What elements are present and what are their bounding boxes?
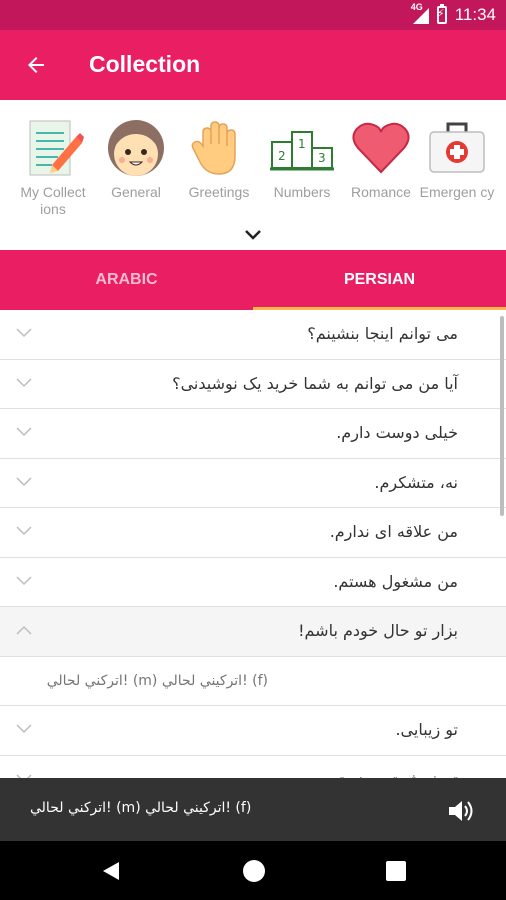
phrase-list: می توانم اینجا بنشینم؟ آیا من می توانم ب… xyxy=(0,310,506,778)
list-item[interactable]: من علاقه ای ندارم. xyxy=(0,508,506,558)
network-type: 4G xyxy=(410,2,423,12)
svg-text:2: 2 xyxy=(278,149,286,163)
phrase-text: می توانم اینجا بنشینم؟ xyxy=(307,324,458,343)
chevron-up-icon xyxy=(16,625,32,635)
back-button[interactable] xyxy=(18,47,54,83)
category-romance[interactable]: Romance xyxy=(342,116,420,201)
tab-persian[interactable]: PERSIAN xyxy=(253,250,506,310)
category-strip: My Collect ions General Greetings 2 1 3 … xyxy=(0,100,506,250)
chevron-down-icon xyxy=(16,575,32,585)
svg-text:3: 3 xyxy=(318,151,326,165)
category-general[interactable]: General xyxy=(97,116,175,201)
system-nav-bar xyxy=(0,841,506,900)
chevron-down-icon xyxy=(16,724,32,734)
arrow-left-icon xyxy=(28,57,44,73)
list-item[interactable]: می توانم اینجا بنشینم؟ xyxy=(0,310,506,360)
phrase-text: من علاقه ای ندارم. xyxy=(329,522,458,541)
category-emergency[interactable]: Emergen cy xyxy=(418,116,496,201)
phrase-text: تو زیبایی. xyxy=(395,720,458,739)
category-my-collections[interactable]: My Collect ions xyxy=(14,116,92,218)
chevron-down-icon xyxy=(16,427,32,437)
player-text: اتركني لحالي! (m) اتركيني لحالي! (f) xyxy=(30,800,252,816)
category-numbers[interactable]: 2 1 3 Numbers xyxy=(263,116,341,201)
nav-home-icon[interactable] xyxy=(243,860,265,882)
category-label: Numbers xyxy=(273,184,331,200)
svg-text:1: 1 xyxy=(298,137,306,151)
speaker-icon[interactable] xyxy=(446,796,476,826)
battery-icon xyxy=(436,4,447,24)
category-label: Greetings xyxy=(188,184,250,200)
list-item[interactable]: من مشغول هستم. xyxy=(0,557,506,607)
app-screen: 4G 11:34 Collection xyxy=(0,0,506,900)
category-label: General xyxy=(111,184,161,200)
chevron-down-icon xyxy=(16,476,32,486)
chevron-down-icon xyxy=(16,377,32,387)
chevron-down-icon xyxy=(16,328,32,338)
clock: 11:34 xyxy=(454,5,496,24)
list-item-expanded[interactable]: بزار تو حال خودم باشم! xyxy=(0,607,506,657)
phrase-text: آیا من می توانم به شما خرید یک نوشیدنی؟ xyxy=(172,373,458,393)
category-label: My Collect ions xyxy=(20,184,86,217)
girl-face-icon xyxy=(104,116,168,180)
phrase-text: تو خوش تیپ هستی. xyxy=(321,770,458,779)
phrase-text: من مشغول هستم. xyxy=(333,571,458,591)
phrase-text: خیلی دوست دارم. xyxy=(336,423,458,442)
notebook-pencil-icon xyxy=(21,116,85,180)
status-bar: 4G 11:34 xyxy=(0,0,506,30)
heart-icon xyxy=(349,116,413,180)
nav-back-icon[interactable] xyxy=(100,860,122,882)
category-label: Romance xyxy=(351,184,411,200)
list-item[interactable]: خیلی دوست دارم. xyxy=(0,409,506,459)
expand-chevron-icon[interactable] xyxy=(243,228,263,242)
category-greetings[interactable]: Greetings xyxy=(180,116,258,201)
page-title: Collection xyxy=(89,51,201,77)
waving-hand-icon xyxy=(187,116,251,180)
audio-player-bar: اتركني لحالي! (m) اتركيني لحالي! (f) xyxy=(0,778,506,841)
list-item[interactable]: نه، متشکرم. xyxy=(0,458,506,508)
signal-icon: 4G xyxy=(411,2,429,24)
list-item[interactable]: تو زیبایی. xyxy=(0,706,506,756)
tab-arabic[interactable]: ARABIC xyxy=(0,250,253,310)
category-label: Emergen cy xyxy=(419,184,495,200)
language-tabs: ARABIC PERSIAN xyxy=(0,250,506,310)
translation-text: اتركني لحالي! (m) اتركيني لحالي! (f) xyxy=(46,672,268,689)
phrase-text: نه، متشکرم. xyxy=(374,472,458,492)
podium-numbers-icon: 2 1 3 xyxy=(270,116,334,180)
list-item[interactable]: تو خوش تیپ هستی. xyxy=(0,755,506,779)
chevron-down-icon xyxy=(16,526,32,536)
toolbar: Collection xyxy=(0,30,506,100)
list-item[interactable]: آیا من می توانم به شما خرید یک نوشیدنی؟ xyxy=(0,359,506,409)
status-icons: 4G 11:34 xyxy=(411,2,496,25)
first-aid-kit-icon xyxy=(425,116,489,180)
nav-recents-icon[interactable] xyxy=(386,861,406,881)
scrollbar[interactable] xyxy=(500,316,504,516)
phrase-translation[interactable]: اتركني لحالي! (m) اتركيني لحالي! (f) xyxy=(0,656,506,706)
phrase-text: بزار تو حال خودم باشم! xyxy=(298,621,458,640)
